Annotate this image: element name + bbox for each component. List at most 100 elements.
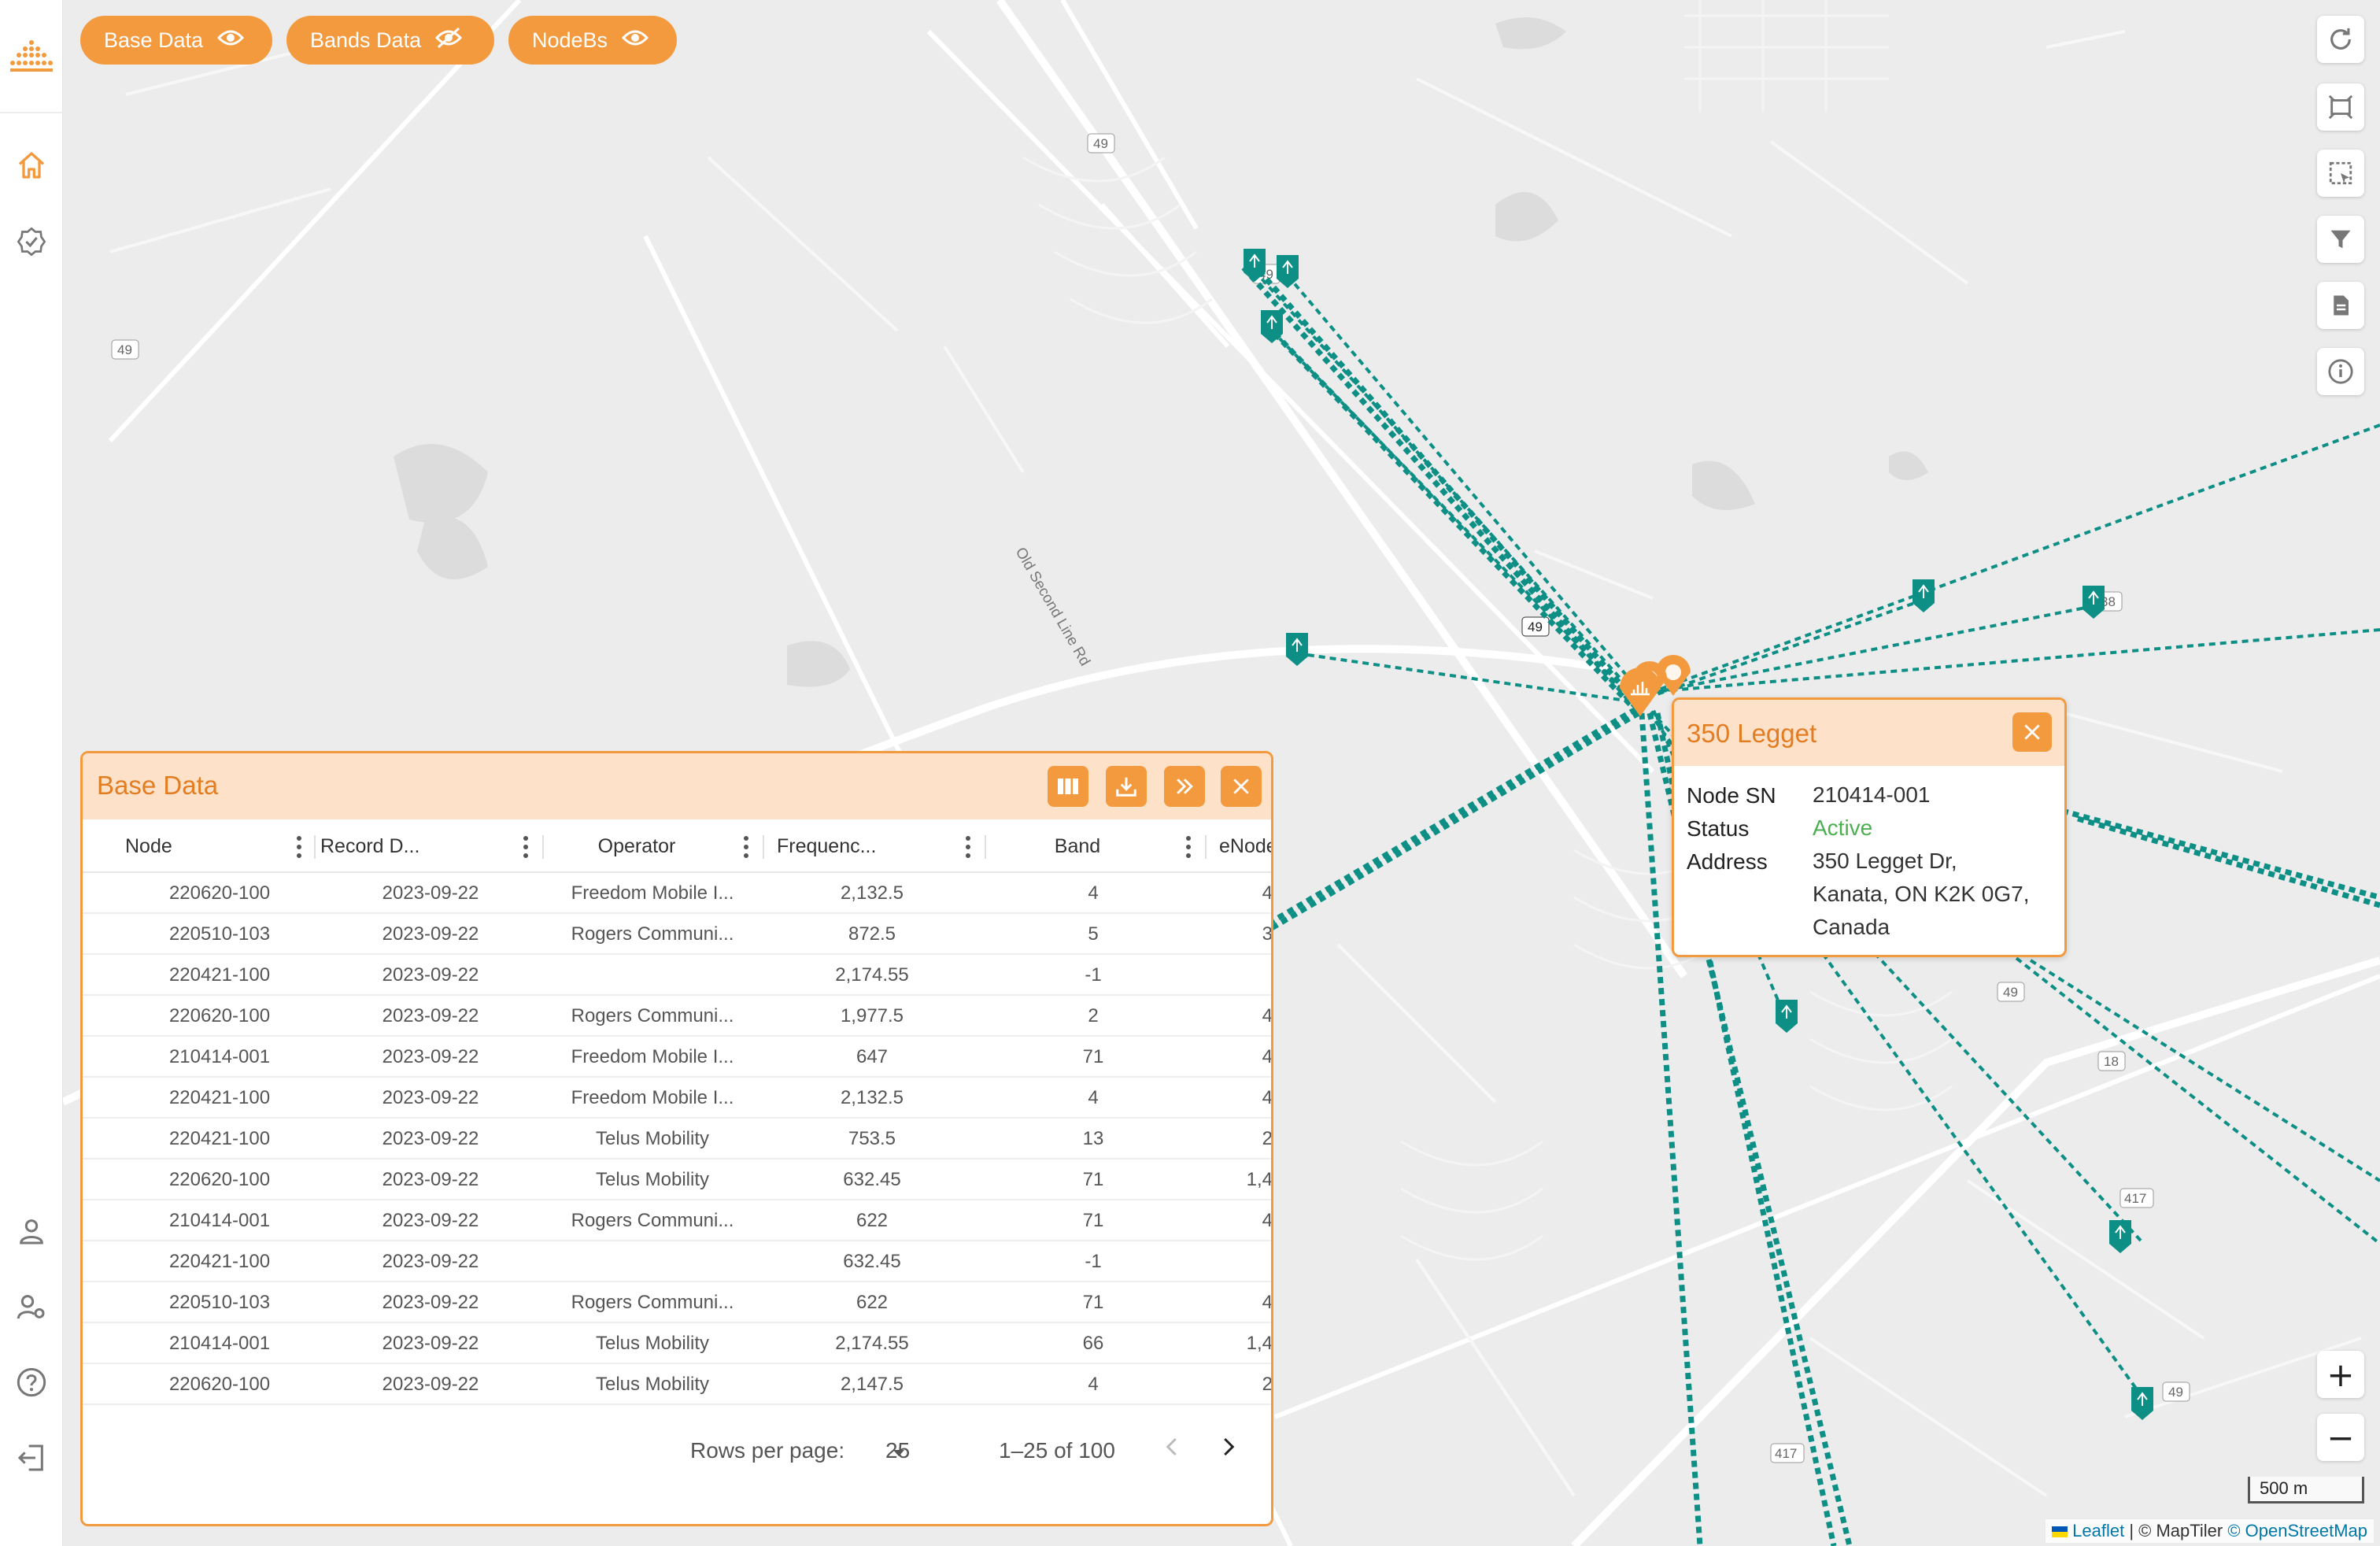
table-cell: 2023-09-22 (382, 1251, 479, 1272)
table-pagination: Rows per page: 25 1–25 of 100 (83, 1410, 1271, 1524)
table-row[interactable]: 220510-103 2023-09-22 Rogers Communi... 872… (83, 915, 1271, 955)
table-row[interactable]: 220421-100 2023-09-22 Freedom Mobile I... 2… (83, 1079, 1271, 1119)
chip-label: NodeBs (532, 28, 608, 52)
table-row[interactable]: 220421-100 2023-09-22 632.45 -1 (83, 1243, 1271, 1282)
table-row[interactable]: 210414-001 2023-09-22 Rogers Communi... 622… (83, 1202, 1271, 1241)
home-icon[interactable] (13, 146, 50, 184)
column-header-node[interactable]: Node (125, 819, 314, 873)
table-cell: 2,174.55 (835, 964, 909, 986)
bands-data-toggle[interactable]: Bands Data (286, 16, 494, 65)
column-label: Record D... (320, 834, 420, 857)
table-cell: 2,174.55 (835, 1333, 909, 1354)
column-divider (312, 819, 316, 873)
table-row[interactable]: 220620-100 2023-09-22 Rogers Communi... 1,9… (83, 997, 1271, 1037)
rows-per-page-label: Rows per page: (690, 1438, 845, 1463)
table-cell: 2023-09-22 (382, 1046, 479, 1067)
table-cell: 2,147.5 (840, 1374, 904, 1395)
download-icon[interactable] (1106, 766, 1147, 807)
select-area-icon[interactable] (2317, 150, 2364, 197)
table-cell: 2 (1203, 1366, 1271, 1404)
scale-bar: 500 m (2248, 1477, 2364, 1503)
table-cell: 2 (1088, 1005, 1099, 1026)
table-cell: 622 (856, 1210, 889, 1231)
close-icon[interactable] (1221, 766, 1262, 807)
highway-shield: 49 (2168, 1385, 2183, 1400)
column-divider (1203, 819, 1207, 873)
table-cell: 220421-100 (168, 1251, 271, 1272)
table-cell: 2023-09-22 (382, 882, 479, 904)
fit-bounds-icon[interactable] (2317, 83, 2364, 131)
columns-icon[interactable] (1048, 766, 1088, 807)
highway-shield: 417 (2124, 1191, 2146, 1206)
table-row[interactable]: 210414-001 2023-09-22 Telus Mobility 2,174.… (83, 1325, 1271, 1364)
column-menu-icon[interactable] (1184, 835, 1192, 859)
table-cell: Rogers Communi... (571, 1292, 734, 1313)
column-header-operator[interactable]: Operator (544, 819, 761, 873)
column-menu-icon[interactable] (295, 835, 303, 859)
table-cell: 2023-09-22 (382, 1210, 479, 1231)
table-cell: 2 (1203, 1120, 1271, 1158)
zoom-in-button[interactable]: + (2317, 1351, 2364, 1398)
table-cell: 753.5 (848, 1128, 896, 1149)
table-cell: Freedom Mobile I... (571, 882, 734, 904)
table-cell: -1 (1085, 964, 1102, 986)
page-range: 1–25 of 100 (999, 1438, 1115, 1463)
column-label: Node (125, 834, 172, 857)
nodebs-toggle[interactable]: NodeBs (508, 16, 677, 65)
maptiler-attribution[interactable]: © MapTiler (2138, 1521, 2223, 1540)
table-cell: 71 (1082, 1292, 1104, 1313)
rows-per-page-value: 25 (885, 1438, 911, 1463)
table-cell: 220510-103 (168, 1292, 271, 1313)
column-menu-icon[interactable] (964, 835, 972, 859)
table-cell: Freedom Mobile I... (571, 1046, 734, 1067)
rows-per-page-select[interactable]: 25 (885, 1438, 910, 1463)
column-menu-icon[interactable] (522, 835, 530, 859)
document-icon[interactable] (2317, 282, 2364, 329)
highway-shield: 49 (1093, 136, 1108, 151)
table-row[interactable]: 220620-100 2023-09-22 Telus Mobility 2,147.… (83, 1366, 1271, 1405)
verified-badge-icon[interactable] (13, 223, 50, 261)
table-cell: 220620-100 (168, 1374, 271, 1395)
help-icon[interactable] (13, 1363, 50, 1401)
base-data-toggle[interactable]: Base Data (80, 16, 272, 65)
table-row[interactable]: 220510-103 2023-09-22 Rogers Communi... 622… (83, 1284, 1271, 1323)
info-icon[interactable] (2317, 348, 2364, 395)
refresh-icon[interactable] (2317, 16, 2364, 63)
column-header-band[interactable]: Band (983, 819, 1203, 873)
table-row[interactable]: 220421-100 2023-09-22 Telus Mobility 753.5 1… (83, 1120, 1271, 1160)
column-header-record-date[interactable]: Record D... (320, 819, 541, 873)
next-page-icon[interactable] (1216, 1433, 1247, 1465)
chip-label: Base Data (104, 28, 204, 52)
user-icon[interactable] (13, 1212, 50, 1250)
table-cell: 220421-100 (168, 1128, 271, 1149)
chip-label: Bands Data (310, 28, 422, 52)
popup-title: 350 Legget (1687, 719, 1817, 748)
table-cell: -1 (1085, 1251, 1102, 1272)
expand-icon[interactable] (1164, 766, 1205, 807)
table-row[interactable]: 210414-001 2023-09-22 Freedom Mobile I... 6… (83, 1038, 1271, 1078)
leaflet-link[interactable]: Leaflet (2072, 1521, 2124, 1540)
site-popup: 350 Legget Node SN 210414-001 Status Act… (1672, 697, 2067, 957)
table-cell: 71 (1082, 1046, 1104, 1067)
table-cell: 2023-09-22 (382, 1128, 479, 1149)
filter-icon[interactable] (2317, 216, 2364, 263)
table-cell: 632.45 (843, 1251, 901, 1272)
popup-close-icon[interactable] (2012, 712, 2052, 752)
node-sn-label: Node SN (1687, 783, 1776, 808)
user-settings-icon[interactable] (13, 1288, 50, 1326)
table-cell: Telus Mobility (595, 1169, 710, 1190)
table-row[interactable]: 220620-100 2023-09-22 Freedom Mobile I... 2… (83, 875, 1271, 914)
app-logo[interactable] (0, 16, 63, 94)
table-cell: Rogers Communi... (571, 1005, 734, 1026)
table-cell: 1,977.5 (840, 1005, 904, 1026)
osm-link[interactable]: © OpenStreetMap (2227, 1521, 2367, 1540)
column-header-frequency[interactable]: Frequenc... (761, 819, 983, 873)
logout-icon[interactable] (13, 1439, 50, 1477)
table-cell: 1,4 (1246, 1333, 1271, 1354)
table-row[interactable]: 220421-100 2023-09-22 2,174.55 -1 (83, 956, 1271, 996)
table-row[interactable]: 220620-100 2023-09-22 Telus Mobility 632.45… (83, 1161, 1271, 1200)
column-menu-icon[interactable] (742, 835, 750, 859)
zoom-out-button[interactable]: − (2317, 1414, 2364, 1461)
column-header-enodeb[interactable]: eNodeE (1219, 819, 1271, 873)
prev-page-icon[interactable] (1161, 1433, 1192, 1465)
